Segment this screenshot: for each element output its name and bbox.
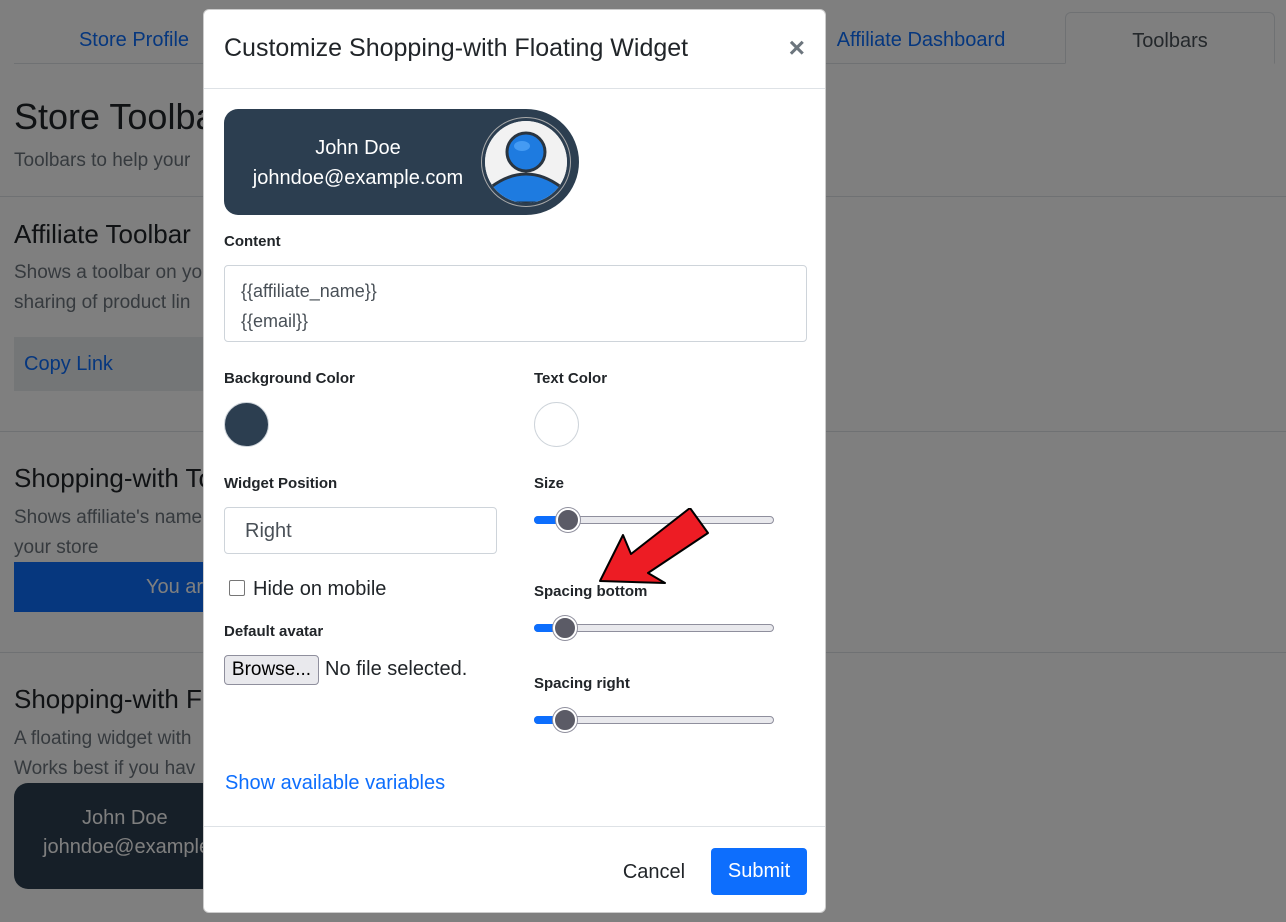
modal-header: Customize Shopping-with Floating Widget … [204,10,825,89]
file-status: No file selected. [325,658,468,680]
content-textarea[interactable]: {{affiliate_name}} {{email}} [224,265,807,342]
close-icon[interactable]: × [789,34,805,62]
default-avatar-label: Default avatar [224,623,324,640]
browse-button[interactable]: Browse... [224,655,319,685]
submit-button[interactable]: Submit [711,848,807,895]
widget-preview: John Doe johndoe@example.com [224,109,579,215]
show-variables-link[interactable]: Show available variables [225,772,445,795]
modal-title: Customize Shopping-with Floating Widget [224,34,689,62]
hide-on-mobile-label: Hide on mobile [253,578,387,600]
slider-thumb[interactable] [553,616,578,640]
spacing-right-label: Spacing right [534,675,630,692]
modal-footer: Cancel Submit [204,826,825,912]
cancel-button[interactable]: Cancel [614,849,694,895]
widget-position-select[interactable]: Right [224,507,497,554]
widget-preview-email: johndoe@example.com [252,167,464,189]
spacing-right-slider[interactable] [534,707,774,733]
background-color-label: Background Color [224,370,355,387]
content-label: Content [224,233,281,250]
widget-preview-name: John Doe [315,137,401,159]
text-color-label: Text Color [534,370,608,387]
content-line-1: {{affiliate_name}} [241,281,377,301]
slider-thumb[interactable] [555,508,580,532]
spacing-bottom-slider[interactable] [534,615,774,641]
content-line-2: {{email}} [241,311,309,331]
user-avatar-icon [485,121,567,203]
widget-preview-text: John Doe johndoe@example.com [224,133,492,193]
customize-widget-modal: Customize Shopping-with Floating Widget … [203,9,826,913]
slider-thumb[interactable] [553,708,578,732]
avatar [482,118,570,206]
background-color-picker[interactable] [224,402,269,447]
hide-on-mobile-checkbox[interactable] [229,580,245,596]
widget-position-label: Widget Position [224,475,338,492]
hide-on-mobile-option[interactable]: Hide on mobile [229,578,386,601]
annotation-arrow-icon [599,508,709,584]
size-label: Size [534,475,565,492]
text-color-picker[interactable] [534,402,579,447]
